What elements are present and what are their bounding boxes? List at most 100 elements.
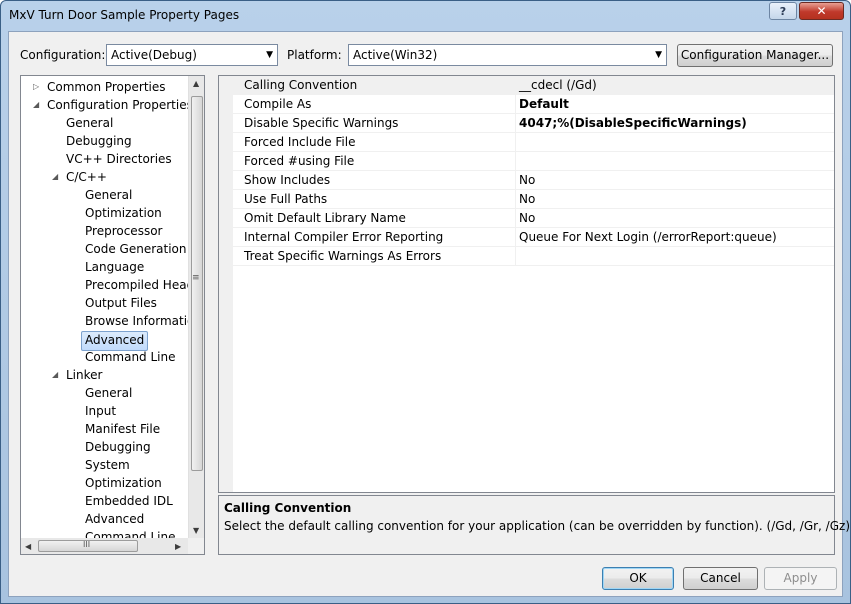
tree-item-cpp-command-line[interactable]: Command Line xyxy=(85,348,176,366)
property-row[interactable]: Forced #using File xyxy=(233,152,834,171)
property-name: Omit Default Library Name xyxy=(244,211,406,225)
tree-item-cpp-precompiled-headers[interactable]: Precompiled Heade xyxy=(85,276,202,294)
tree-item-linker-general[interactable]: General xyxy=(85,384,132,402)
dialog-client: Configuration: Active(Debug) ▼ Platform:… xyxy=(8,31,850,597)
property-value[interactable]: Queue For Next Login (/errorReport:queue… xyxy=(519,228,777,246)
tree-item-linker-optimization[interactable]: Optimization xyxy=(85,474,162,492)
column-divider xyxy=(515,190,516,208)
property-tree: ▷ Common Properties ◢ Configuration Prop… xyxy=(20,75,205,555)
configuration-manager-button[interactable]: Configuration Manager... xyxy=(677,44,833,67)
vertical-scroll-thumb[interactable]: ≡ xyxy=(191,96,203,471)
scroll-grip-icon: ≡ xyxy=(192,273,200,283)
description-title: Calling Convention xyxy=(224,501,352,515)
scroll-down-icon[interactable]: ▼ xyxy=(193,526,199,535)
property-value[interactable]: No xyxy=(519,209,535,227)
property-value[interactable]: __cdecl (/Gd) xyxy=(519,76,597,94)
column-divider xyxy=(515,171,516,189)
property-name: Calling Convention xyxy=(244,78,358,92)
ok-button[interactable]: OK xyxy=(602,567,674,590)
platform-label: Platform: xyxy=(287,48,342,62)
property-value[interactable]: No xyxy=(519,171,535,189)
tree-item-linker-manifest-file[interactable]: Manifest File xyxy=(85,420,160,438)
scroll-left-icon[interactable]: ◀ xyxy=(25,542,31,551)
tree-item-cpp-language[interactable]: Language xyxy=(85,258,144,276)
scroll-grip-icon: III xyxy=(83,540,91,549)
property-value[interactable]: Default xyxy=(519,95,569,113)
property-name: Internal Compiler Error Reporting xyxy=(244,230,444,244)
tree-item-cpp-preprocessor[interactable]: Preprocessor xyxy=(85,222,162,240)
collapse-arrow-icon[interactable]: ◢ xyxy=(52,168,58,186)
grid-gutter xyxy=(219,76,233,492)
property-name: Treat Specific Warnings As Errors xyxy=(244,249,442,263)
property-row[interactable]: Calling Convention __cdecl (/Gd) xyxy=(233,76,834,95)
property-name: Forced #using File xyxy=(244,154,355,168)
tree-item-configuration-properties[interactable]: Configuration Properties xyxy=(47,96,193,114)
tree-horizontal-scrollbar[interactable]: ◀ III ▶ xyxy=(21,538,188,554)
property-name: Forced Include File xyxy=(244,135,356,149)
scroll-right-icon[interactable]: ▶ xyxy=(175,542,181,551)
property-row[interactable]: Treat Specific Warnings As Errors xyxy=(233,247,834,266)
apply-button[interactable]: Apply xyxy=(764,567,837,590)
property-name: Use Full Paths xyxy=(244,192,328,206)
property-row[interactable]: Show Includes No xyxy=(233,171,834,190)
platform-dropdown[interactable]: Active(Win32) ▼ xyxy=(348,44,667,66)
tree-item-cpp[interactable]: C/C++ xyxy=(66,168,107,186)
tree-item-linker-system[interactable]: System xyxy=(85,456,130,474)
property-value[interactable]: 4047;%(DisableSpecificWarnings) xyxy=(519,114,747,132)
property-name: Disable Specific Warnings xyxy=(244,116,399,130)
column-divider xyxy=(515,95,516,113)
tree-item-common-properties[interactable]: Common Properties xyxy=(47,78,166,96)
property-row[interactable]: Internal Compiler Error Reporting Queue … xyxy=(233,228,834,247)
help-button[interactable]: ? xyxy=(769,2,797,20)
tree-item-linker-input[interactable]: Input xyxy=(85,402,116,420)
property-grid: Calling Convention __cdecl (/Gd) Compile… xyxy=(218,75,835,493)
tree-item-linker-command-line[interactable]: Command Line xyxy=(85,528,176,538)
tree-item-cpp-browse-information[interactable]: Browse Information xyxy=(85,312,202,330)
configuration-label: Configuration: xyxy=(20,48,106,62)
column-divider xyxy=(515,133,516,151)
tree-item-general[interactable]: General xyxy=(66,114,113,132)
collapse-arrow-icon[interactable]: ◢ xyxy=(52,366,58,384)
property-name: Show Includes xyxy=(244,173,331,187)
column-divider xyxy=(515,76,516,94)
tree-item-vcpp-directories[interactable]: VC++ Directories xyxy=(66,150,172,168)
column-divider xyxy=(515,209,516,227)
property-row[interactable]: Forced Include File xyxy=(233,133,834,152)
platform-value: Active(Win32) xyxy=(353,48,438,62)
tree-item-debugging[interactable]: Debugging xyxy=(66,132,132,150)
cancel-button[interactable]: Cancel xyxy=(683,567,758,590)
property-row[interactable]: Use Full Paths No xyxy=(233,190,834,209)
close-button[interactable]: ✕ xyxy=(799,2,844,20)
tree-item-cpp-output-files[interactable]: Output Files xyxy=(85,294,157,312)
property-row[interactable]: Disable Specific Warnings 4047;%(Disable… xyxy=(233,114,834,133)
tree-item-linker[interactable]: Linker xyxy=(66,366,102,384)
tree-vertical-scrollbar[interactable]: ▲ ≡ ▼ xyxy=(188,76,204,538)
property-row[interactable]: Omit Default Library Name No xyxy=(233,209,834,228)
tree-item-cpp-general[interactable]: General xyxy=(85,186,132,204)
column-divider xyxy=(515,152,516,170)
property-value[interactable]: No xyxy=(519,190,535,208)
chevron-down-icon: ▼ xyxy=(266,50,273,60)
collapse-arrow-icon[interactable]: ◢ xyxy=(33,96,39,114)
title-bar[interactable]: MxV Turn Door Sample Property Pages ? ✕ xyxy=(1,1,850,31)
chevron-down-icon: ▼ xyxy=(655,50,662,60)
tree-item-linker-debugging[interactable]: Debugging xyxy=(85,438,151,456)
tree-item-cpp-optimization[interactable]: Optimization xyxy=(85,204,162,222)
configuration-dropdown[interactable]: Active(Debug) ▼ xyxy=(106,44,278,66)
tree-item-cpp-code-generation[interactable]: Code Generation xyxy=(85,240,186,258)
property-pages-window: MxV Turn Door Sample Property Pages ? ✕ … xyxy=(0,0,851,604)
expand-arrow-icon[interactable]: ▷ xyxy=(33,78,39,96)
tree-item-linker-embedded-idl[interactable]: Embedded IDL xyxy=(85,492,173,510)
tree-item-linker-advanced[interactable]: Advanced xyxy=(85,510,144,528)
scrollbar-corner xyxy=(188,538,204,554)
configuration-value: Active(Debug) xyxy=(111,48,197,62)
description-text: Select the default calling convention fo… xyxy=(224,519,851,533)
column-divider xyxy=(515,228,516,246)
scroll-up-icon[interactable]: ▲ xyxy=(193,79,199,88)
horizontal-scroll-thumb[interactable]: III xyxy=(38,540,138,552)
column-divider xyxy=(515,114,516,132)
description-panel: Calling Convention Select the default ca… xyxy=(218,495,850,555)
column-divider xyxy=(515,247,516,265)
window-title: MxV Turn Door Sample Property Pages xyxy=(9,8,240,22)
property-row[interactable]: Compile As Default xyxy=(233,95,834,114)
